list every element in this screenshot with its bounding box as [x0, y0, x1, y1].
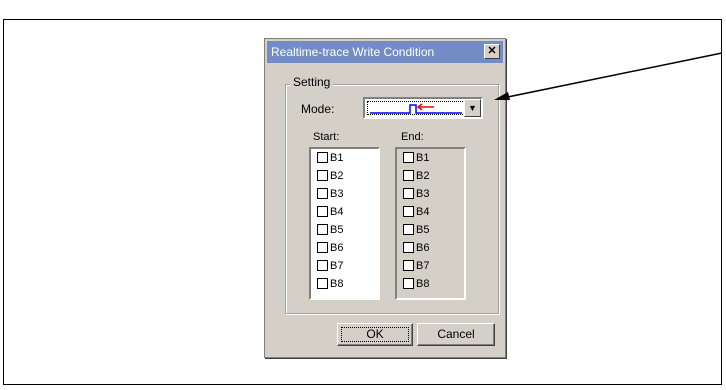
checkbox[interactable]	[317, 242, 328, 253]
end-item-b4[interactable]: B4	[403, 206, 429, 222]
checkbox[interactable]	[403, 188, 414, 199]
checkbox[interactable]	[403, 152, 414, 163]
end-item-b7[interactable]: B7	[403, 260, 429, 276]
focus-rectangle	[341, 327, 409, 342]
checkbox[interactable]	[403, 242, 414, 253]
checkbox[interactable]	[403, 170, 414, 181]
end-item-b6[interactable]: B6	[403, 242, 429, 258]
start-label: Start:	[313, 131, 340, 143]
cancel-button[interactable]: Cancel	[417, 323, 495, 346]
checkbox[interactable]	[317, 278, 328, 289]
write-pulse-icon	[370, 103, 462, 114]
end-item-b8[interactable]: B8	[403, 278, 429, 294]
checkbox[interactable]	[317, 206, 328, 217]
title-bar: Realtime-trace Write Condition ✕	[267, 41, 503, 63]
start-item-b7[interactable]: B7	[317, 260, 343, 276]
end-item-b3[interactable]: B3	[403, 188, 429, 204]
start-item-b1[interactable]: B1	[317, 152, 343, 168]
mode-selected-value	[367, 101, 465, 115]
setting-group-label: Setting	[290, 75, 334, 89]
start-item-b5[interactable]: B5	[317, 224, 343, 240]
checkbox[interactable]	[317, 170, 328, 181]
start-item-b8[interactable]: B8	[317, 278, 343, 294]
start-item-b3[interactable]: B3	[317, 188, 343, 204]
checkbox[interactable]	[317, 152, 328, 163]
mode-select[interactable]: ▼	[363, 97, 483, 119]
checkbox[interactable]	[403, 260, 414, 271]
realtime-trace-write-condition-dialog: Realtime-trace Write Condition ✕ Setting…	[264, 38, 506, 358]
cancel-button-label: Cancel	[437, 327, 475, 341]
mode-label: Mode:	[301, 102, 335, 116]
checkbox[interactable]	[317, 260, 328, 271]
start-checkbox-list: B1 B2 B3 B4 B5 B6 B7 B8	[309, 147, 380, 300]
ok-button[interactable]: OK	[337, 323, 413, 346]
end-item-b1[interactable]: B1	[403, 152, 429, 168]
checkbox[interactable]	[317, 224, 328, 235]
start-item-b6[interactable]: B6	[317, 242, 343, 258]
end-label: End:	[401, 131, 424, 143]
checkbox[interactable]	[403, 278, 414, 289]
checkbox[interactable]	[403, 206, 414, 217]
close-button[interactable]: ✕	[484, 44, 500, 59]
chevron-down-icon: ▼	[468, 103, 477, 113]
start-item-b4[interactable]: B4	[317, 206, 343, 222]
checkbox[interactable]	[317, 188, 328, 199]
end-item-b2[interactable]: B2	[403, 170, 429, 186]
start-item-b2[interactable]: B2	[317, 170, 343, 186]
close-icon: ✕	[487, 45, 497, 57]
end-item-b5[interactable]: B5	[403, 224, 429, 240]
end-checkbox-list: B1 B2 B3 B4 B5 B6 B7 B8	[395, 147, 466, 300]
dialog-title: Realtime-trace Write Condition	[271, 45, 435, 59]
checkbox[interactable]	[403, 224, 414, 235]
dropdown-arrow-button[interactable]: ▼	[464, 99, 481, 117]
